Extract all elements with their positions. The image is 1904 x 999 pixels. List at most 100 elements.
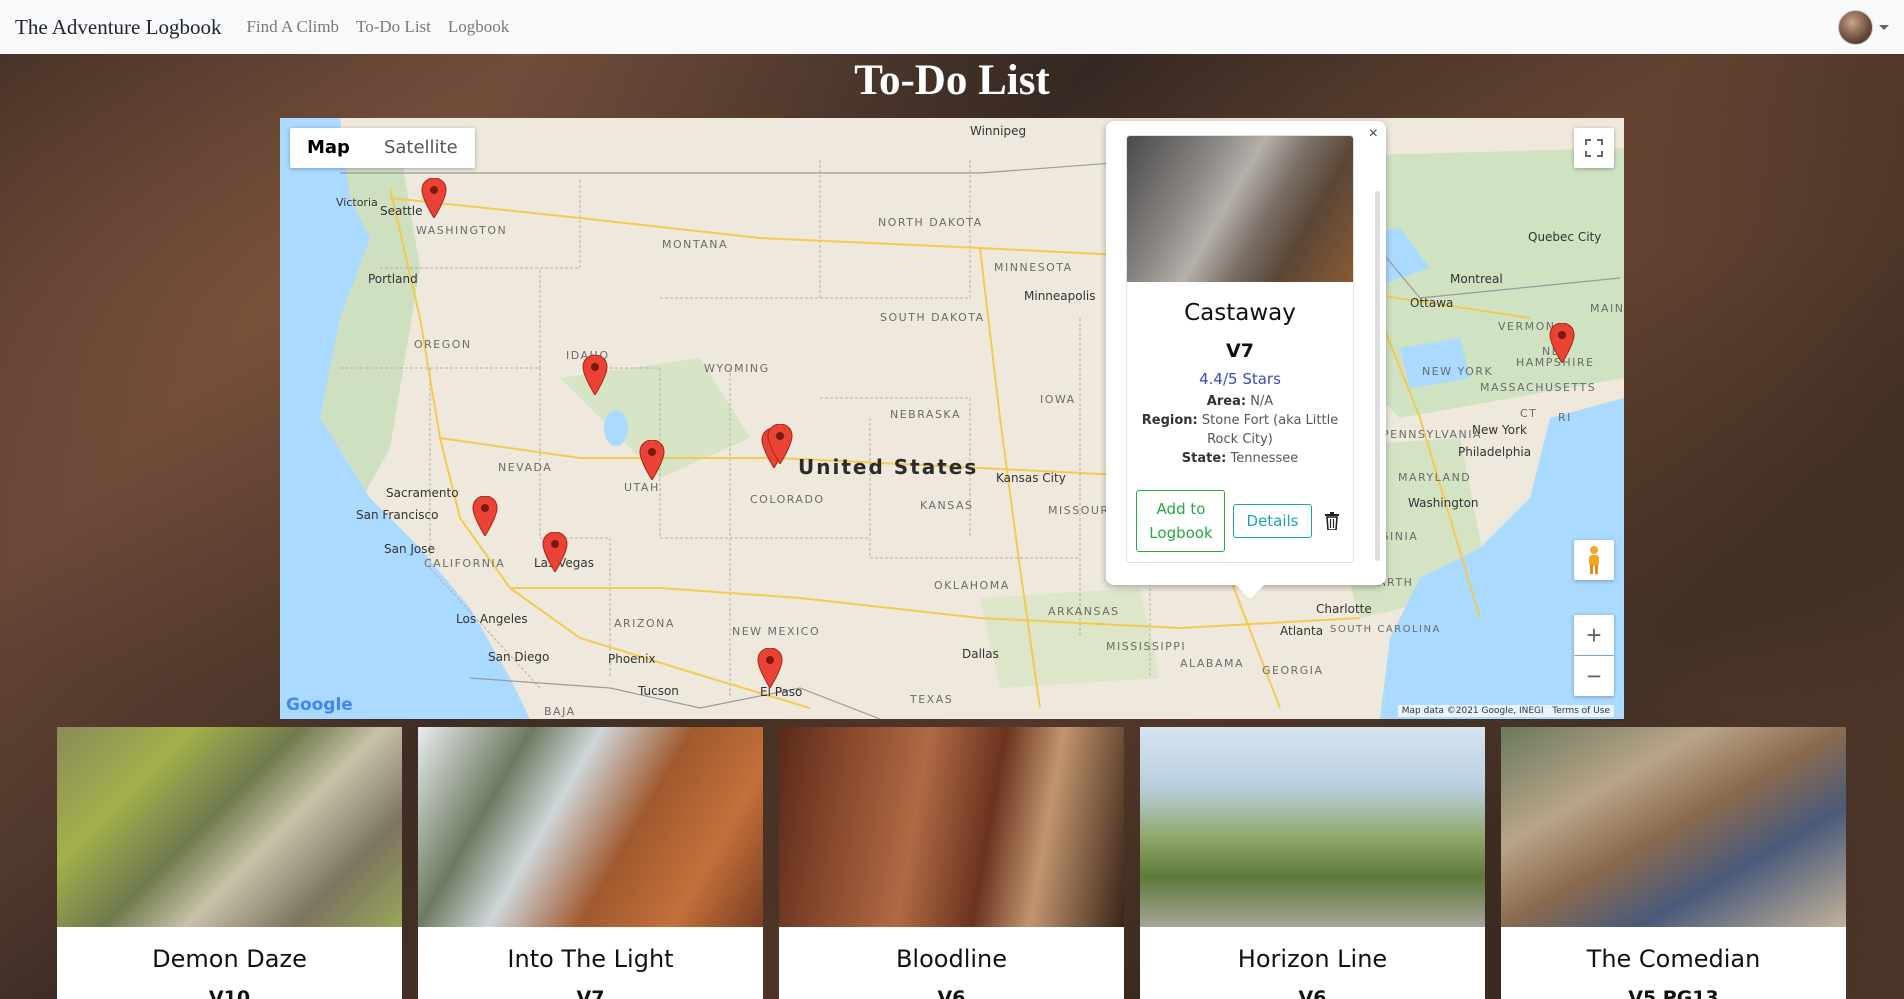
map-state-label: VERMON: [1498, 320, 1556, 333]
region-label: Region:: [1141, 413, 1198, 428]
map-city-label: Montreal: [1450, 272, 1503, 286]
map-state-label: MISSISSIPPI: [1106, 640, 1187, 653]
map-state-label: MAIN: [1590, 302, 1624, 315]
details-button[interactable]: Details: [1233, 504, 1312, 538]
map-city-label: Portland: [368, 272, 418, 286]
map-pin-icon[interactable]: [421, 178, 447, 218]
climb-photo: [57, 727, 402, 927]
map-pin-icon[interactable]: [472, 496, 498, 536]
climb-photo: [1140, 727, 1485, 927]
close-icon[interactable]: ×: [1369, 125, 1378, 143]
nav-logbook[interactable]: Logbook: [448, 17, 509, 37]
climb-photo: [779, 727, 1124, 927]
climb-name: Horizon Line: [1237, 945, 1388, 973]
map-city-label: Washington: [1408, 496, 1479, 510]
map-city-label: Quebec City: [1528, 230, 1602, 244]
map-attribution: Map data ©2021 Google, INEGI Terms of Us…: [1397, 705, 1614, 717]
map-city-label: Charlotte: [1316, 602, 1372, 616]
map-city-label: Winnipeg: [970, 124, 1027, 138]
map-state-label: TEXAS: [910, 693, 954, 706]
map-state-label: RI: [1558, 411, 1572, 424]
climb-card[interactable]: Bloodline V6: [779, 727, 1124, 999]
map-type-toggle: Map Satellite: [290, 128, 475, 168]
map-state-label: MONTANA: [662, 238, 729, 251]
map-city-label: Atlanta: [1280, 624, 1324, 638]
map[interactable]: Winnipeg Victoria Seattle Portland Sacra…: [280, 118, 1624, 719]
navbar: The Adventure Logbook Find A Climb To-Do…: [0, 0, 1904, 54]
map-city-label: Seattle: [380, 204, 423, 218]
plus-icon: +: [1586, 619, 1602, 650]
map-pin-icon[interactable]: [542, 532, 568, 572]
map-state-label: ARIZONA: [614, 617, 675, 630]
street-view-button[interactable]: [1574, 540, 1614, 580]
map-state-label: SOUTH CAROLINA: [1330, 624, 1441, 635]
map-state-label: OKLAHOMA: [934, 579, 1010, 592]
brand-link[interactable]: The Adventure Logbook: [15, 15, 221, 40]
map-city-label: San Jose: [384, 542, 435, 556]
map-pin-icon[interactable]: [582, 355, 608, 395]
map-state-label: COLORADO: [750, 493, 825, 506]
nav-find-a-climb[interactable]: Find A Climb: [246, 17, 339, 37]
climb-state: State: Tennessee: [1127, 449, 1353, 468]
climb-grade: V6: [937, 987, 966, 999]
climb-card[interactable]: Horizon Line V6: [1140, 727, 1485, 999]
terms-link[interactable]: Terms of Use: [1552, 706, 1610, 716]
climb-region: Region: Stone Fort (aka Little Rock City…: [1127, 411, 1353, 449]
map-city-label: Phoenix: [608, 652, 656, 666]
map-pin-icon[interactable]: [1549, 323, 1575, 363]
climb-card: Castaway V7 4.4/5 Stars Area: N/A Region…: [1126, 135, 1354, 563]
map-city-label: Los Angeles: [456, 612, 528, 626]
todo-cards-row: Demon Daze V10 Into The Light V7 Bloodli…: [57, 727, 1846, 999]
map-city-label: San Diego: [488, 650, 550, 664]
map-pin-icon[interactable]: [757, 648, 783, 688]
climb-card[interactable]: Demon Daze V10: [57, 727, 402, 999]
map-type-map-button[interactable]: Map: [290, 128, 367, 168]
map-state-label: IOWA: [1040, 393, 1076, 406]
climb-grade: V5 PG13: [1628, 987, 1719, 999]
zoom-in-button[interactable]: +: [1574, 615, 1614, 655]
add-to-logbook-button[interactable]: Add to Logbook: [1136, 490, 1226, 552]
climb-card[interactable]: Into The Light V7: [418, 727, 763, 999]
map-state-label: NEBRASKA: [890, 408, 961, 421]
fullscreen-button[interactable]: [1574, 128, 1614, 168]
user-menu[interactable]: [1838, 9, 1889, 45]
map-state-label: BAJA: [544, 705, 576, 718]
map-pin-icon[interactable]: [639, 440, 665, 480]
climb-card[interactable]: The Comedian V5 PG13: [1501, 727, 1846, 999]
map-state-label: MARYLAND: [1398, 471, 1472, 484]
trash-icon[interactable]: [1320, 508, 1344, 534]
climb-name: Bloodline: [895, 945, 1008, 973]
climb-photo: [1501, 727, 1846, 927]
page-title: To-Do List: [854, 57, 1050, 104]
zoom-out-button[interactable]: −: [1574, 656, 1614, 696]
pegman-icon: [1589, 546, 1599, 574]
minus-icon: −: [1586, 660, 1602, 691]
map-pin-icon[interactable]: [767, 424, 793, 464]
climb-photo: [1127, 136, 1353, 282]
map-state-label: ARKANSAS: [1048, 605, 1120, 618]
info-window-scrollbar[interactable]: [1375, 191, 1380, 561]
climb-grade: V7: [1226, 340, 1254, 362]
map-data-text: Map data ©2021 Google, INEGI: [1401, 706, 1544, 716]
map-state-label: WYOMING: [704, 362, 770, 375]
state-label: State:: [1181, 451, 1227, 466]
map-city-label: Tucson: [638, 684, 679, 698]
map-country-label: United States: [798, 455, 979, 479]
map-city-label: Dallas: [962, 647, 999, 661]
map-type-satellite-button[interactable]: Satellite: [367, 128, 475, 168]
map-state-label: OREGON: [414, 338, 472, 351]
climb-name: Demon Daze: [152, 945, 307, 973]
nav-to-do-list[interactable]: To-Do List: [356, 17, 431, 37]
climb-grade: V6: [1298, 987, 1327, 999]
area-label: Area:: [1206, 394, 1247, 409]
map-state-label: SOUTH DAKOTA: [880, 311, 985, 324]
area-value: N/A: [1250, 394, 1274, 409]
avatar[interactable]: [1838, 9, 1873, 45]
caret-down-icon[interactable]: [1879, 24, 1889, 30]
map-state-label: NEW MEXICO: [732, 625, 821, 638]
map-state-label: MINNESOTA: [994, 261, 1073, 274]
state-value: Tennessee: [1230, 451, 1299, 466]
map-state-label: MISSOURI: [1048, 504, 1115, 517]
map-city-label: Victoria: [336, 196, 378, 209]
climb-name: The Comedian: [1586, 945, 1761, 973]
